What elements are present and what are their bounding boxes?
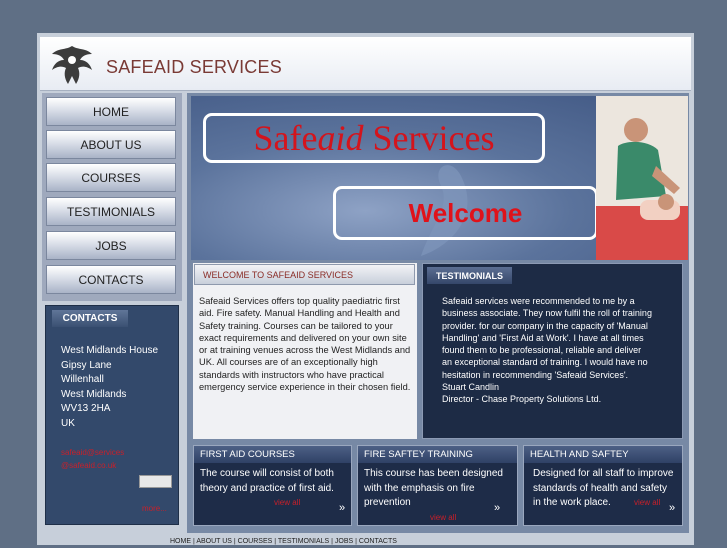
address-line: UK [61,417,75,429]
nav-home-button[interactable]: HOME [46,97,176,126]
footer-nav[interactable]: HOME | ABOUT US | COURSES | TESTIMONIALS… [170,538,570,548]
first-aid-training-photo [596,96,688,260]
contact-small-button[interactable] [139,475,172,488]
address-line: Willenhall [61,374,104,386]
contact-address: West Midlands House Gipsy Lane Willenhal… [61,344,158,432]
testimonials-panel: TESTIMONIALS Safeaid services were recom… [422,263,683,439]
course-description: The course will consist of both theory a… [200,468,334,494]
testimonial-text: Safeaid services were recommended to me … [442,295,678,406]
contacts-heading: CONTACTS [52,310,128,327]
view-all-link[interactable]: view all [430,513,456,522]
nav-about-us-button[interactable]: ABOUT US [46,130,176,159]
double-chevron-right-icon[interactable]: » [339,502,345,514]
hero-banner: Safeaid Services Welcome [191,96,688,260]
banner-title-box: Safeaid Services [203,113,545,163]
address-line: West Midlands House [61,345,159,356]
address-line: West Midlands [61,388,127,400]
course-box-fire-safety: FIRE SAFTEY TRAINING This course has bee… [357,445,518,526]
view-all-link[interactable]: view all [274,498,300,507]
site-title: SAFEAID SERVICES [106,57,282,77]
email-line: @safeaid.co.uk [61,461,117,470]
testimonial-author-title: Director - Chase Property Solutions Ltd. [442,394,602,405]
banner-welcome: Welcome [408,197,523,228]
contacts-box: CONTACTS West Midlands House Gipsy Lane … [45,305,179,525]
nav-courses-button[interactable]: COURSES [46,163,176,192]
testimonials-heading: TESTIMONIALS [427,267,512,284]
testimonial-line: found them to be professional, reliable … [442,345,642,356]
welcome-heading: WELCOME TO SAFEAID SERVICES [194,264,415,285]
testimonial-author: Stuart Candlin [442,382,500,393]
contact-email-link[interactable]: safeaid@services @safeaid.co.uk [61,446,124,472]
main-nav: HOME ABOUT US COURSES TESTIMONIALS JOBS … [42,93,182,301]
testimonial-line: Handling' and 'First Aid at Work'. I hav… [442,332,644,343]
testimonial-line: Safeaid services were recommended to me … [442,296,635,306]
banner-welcome-box: Welcome [333,186,598,240]
testimonial-line: an exceptional standard of training. I w… [442,357,648,368]
testimonial-line: provider. for our company in the capacit… [442,320,648,331]
testimonial-line: hesitation in recommending 'Safeaid Serv… [442,369,629,380]
nav-jobs-button[interactable]: JOBS [46,231,176,260]
welcome-panel: WELCOME TO SAFEAID SERVICES Safeaid Serv… [193,263,417,439]
course-heading: HEALTH AND SAFTEY [524,446,682,463]
nav-contacts-button[interactable]: CONTACTS [46,265,176,294]
welcome-text: Safeaid Services offers top quality paed… [199,296,411,393]
testimonial-line: business associate. They now fulfil the … [442,308,652,319]
course-box-health-safety: HEALTH AND SAFTEY Designed for all staff… [523,445,683,526]
course-box-first-aid: FIRST AID COURSES The course will consis… [193,445,352,526]
address-line: Gipsy Lane [61,359,112,371]
site-header: SAFEAID SERVICES [40,37,691,91]
double-chevron-right-icon[interactable]: » [494,502,500,514]
phoenix-logo-icon[interactable] [48,40,96,88]
banner-title: Safeaid Services [253,118,495,158]
email-line: safeaid@services [61,448,125,457]
contacts-more-link[interactable]: more... [142,504,167,513]
nav-testimonials-button[interactable]: TESTIMONIALS [46,197,176,226]
course-heading: FIRST AID COURSES [194,446,351,463]
address-line: WV13 2HA [61,403,111,415]
course-description: This course has been designed with the e… [364,468,503,508]
view-all-link[interactable]: view all [634,498,660,507]
double-chevron-right-icon[interactable]: » [669,502,675,514]
course-heading: FIRE SAFTEY TRAINING [358,446,517,463]
